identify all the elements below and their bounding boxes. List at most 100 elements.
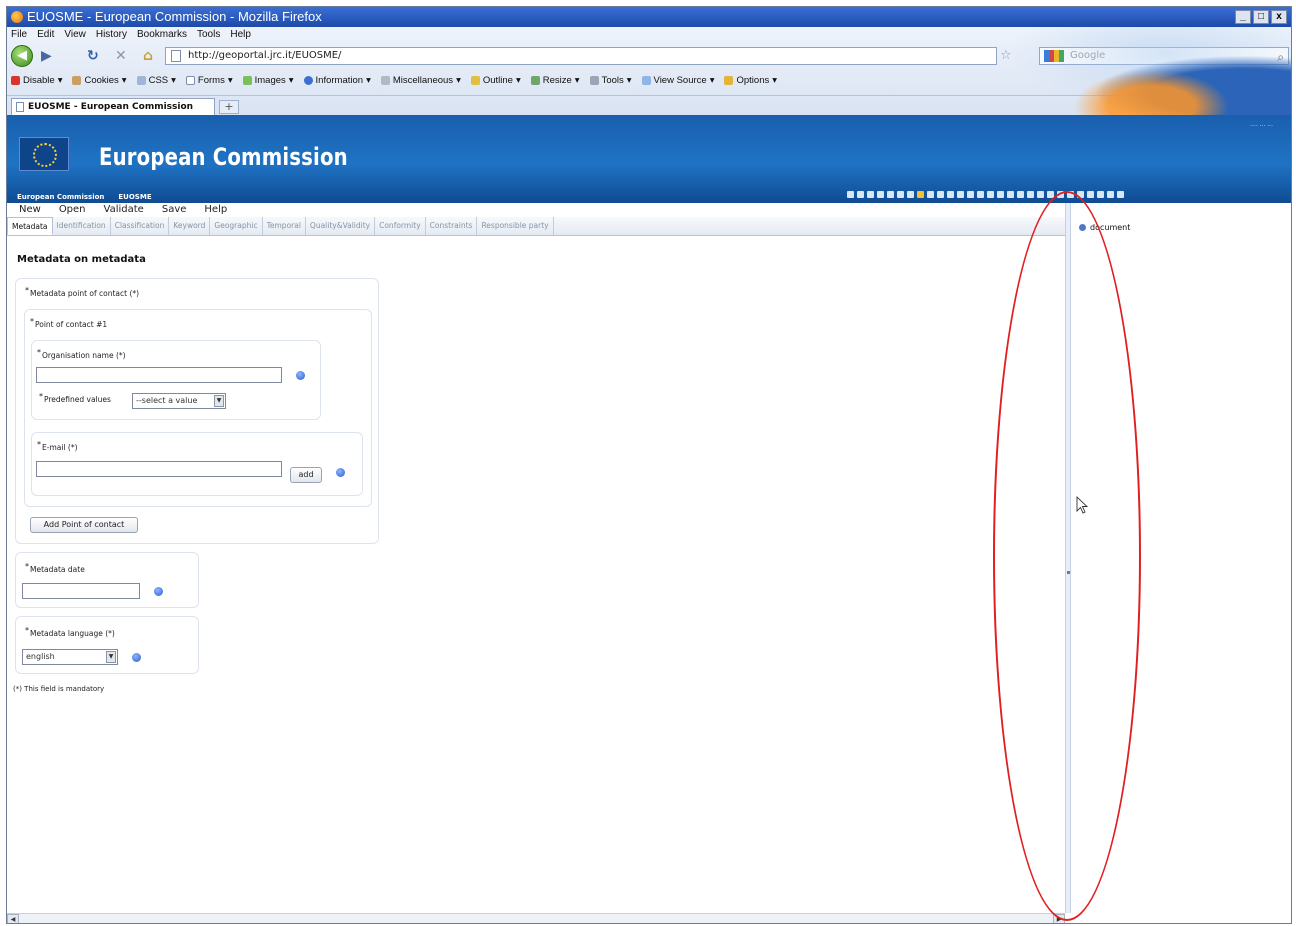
menu-tools[interactable]: Tools [197,29,220,40]
lang-item[interactable] [877,191,884,198]
dev-resize[interactable]: Resize ▾ [530,75,580,86]
bookmark-star-icon[interactable]: ☆ [1000,48,1012,63]
save-button[interactable]: Save [162,203,187,217]
validate-button[interactable]: Validate [104,203,144,217]
tab-conformity[interactable]: Conformity [375,217,426,235]
lang-item[interactable] [1107,191,1114,198]
metadata-language-select[interactable]: english ▼ [22,649,118,665]
tab-temporal[interactable]: Temporal [263,217,306,235]
lang-item[interactable] [1047,191,1054,198]
org-name-info-icon[interactable] [296,371,305,380]
new-button[interactable]: New [19,203,41,217]
scroll-left-icon[interactable]: ◀ [7,914,19,923]
menu-history[interactable]: History [96,29,127,40]
lang-item[interactable] [997,191,1004,198]
search-icon[interactable]: ⌕ [1277,49,1284,65]
breadcrumb-ec[interactable]: European Commission [17,193,104,201]
lang-item[interactable] [1117,191,1124,198]
stop-icon[interactable]: ✕ [115,48,127,64]
metadata-language-info-icon[interactable] [132,653,141,662]
add-poc-button[interactable]: Add Point of contact [30,517,138,533]
email-input[interactable] [36,461,282,477]
lang-item[interactable] [1087,191,1094,198]
lang-item[interactable] [897,191,904,198]
minimize-button[interactable]: _ [1235,10,1251,24]
lang-item[interactable] [1097,191,1104,198]
dev-cookies[interactable]: Cookies ▾ [72,75,127,86]
lang-item[interactable] [967,191,974,198]
dev-tools[interactable]: Tools ▾ [589,75,632,86]
url-bar[interactable]: http://geoportal.jrc.it/EUOSME/ [165,47,997,65]
chevron-down-icon[interactable]: ▼ [214,395,224,407]
dev-disable[interactable]: Disable ▾ [11,75,62,86]
new-tab-button[interactable]: + [219,100,239,114]
forward-button[interactable]: ▶ [41,48,52,64]
dev-view-source[interactable]: View Source ▾ [641,75,714,86]
tab-metadata[interactable]: Metadata [7,217,53,235]
chevron-down-icon[interactable]: ▼ [106,651,116,663]
lang-item[interactable] [847,191,854,198]
reload-icon[interactable]: ↻ [87,48,99,64]
browser-tab[interactable]: EUOSME - European Commission [11,98,215,116]
lang-item[interactable] [1077,191,1084,198]
menu-edit[interactable]: Edit [37,29,54,40]
splitter-handle[interactable] [1067,571,1070,574]
help-button[interactable]: Help [204,203,227,217]
home-icon[interactable]: ⌂ [143,48,153,64]
dev-information[interactable]: Information ▾ [303,75,371,86]
menu-file[interactable]: File [11,29,27,40]
check-icon[interactable] [1239,76,1249,86]
lang-item[interactable] [1007,191,1014,198]
tab-quality-validity[interactable]: Quality&Validity [306,217,376,235]
menu-bookmarks[interactable]: Bookmarks [137,29,187,40]
lang-item[interactable] [977,191,984,198]
tab-identification[interactable]: Identification [53,217,111,235]
lang-item[interactable] [1067,191,1074,198]
tab-classification[interactable]: Classification [111,217,170,235]
dev-miscellaneous[interactable]: Miscellaneous ▾ [380,75,461,86]
back-button[interactable]: ◀ [11,45,33,67]
maximize-button[interactable]: □ [1253,10,1269,24]
lang-item[interactable] [887,191,894,198]
email-info-icon[interactable] [336,468,345,477]
breadcrumb-euosme[interactable]: EUOSME [118,193,151,201]
search-input[interactable]: Google ⌕ [1039,47,1289,65]
dev-options[interactable]: Options ▾ [724,75,777,86]
tab-responsible-party[interactable]: Responsible party [477,217,554,235]
lang-item[interactable] [937,191,944,198]
lang-item[interactable] [987,191,994,198]
org-name-input[interactable] [36,367,282,383]
lang-item-selected[interactable] [917,191,924,198]
open-button[interactable]: Open [59,203,86,217]
tab-constraints[interactable]: Constraints [426,217,478,235]
lang-item[interactable] [857,191,864,198]
dev-css[interactable]: CSS ▾ [136,75,176,86]
settings-icon[interactable] [1271,76,1281,86]
dev-outline[interactable]: Outline ▾ [470,75,521,86]
menu-view[interactable]: View [64,29,86,40]
lang-item[interactable] [927,191,934,198]
lang-item[interactable] [957,191,964,198]
add-email-button[interactable]: add [290,467,322,483]
lang-item[interactable] [907,191,914,198]
lang-item[interactable] [1017,191,1024,198]
tab-geographic[interactable]: Geographic [210,217,263,235]
lang-item[interactable] [947,191,954,198]
lang-item[interactable] [1027,191,1034,198]
error-icon[interactable] [1255,76,1265,86]
lang-item[interactable] [1057,191,1064,198]
tree-root[interactable]: document [1079,223,1130,232]
metadata-date-input[interactable] [22,583,140,599]
close-button[interactable]: x [1271,10,1287,24]
lang-item[interactable] [867,191,874,198]
metadata-date-info-icon[interactable] [154,587,163,596]
horizontal-scrollbar[interactable]: ◀ ▶ [7,913,1065,923]
tree-expander-icon[interactable] [1079,224,1086,231]
dev-forms[interactable]: Forms ▾ [185,75,233,86]
scroll-right-icon[interactable]: ▶ [1053,914,1065,923]
menu-help[interactable]: Help [230,29,251,40]
tab-keyword[interactable]: Keyword [169,217,211,235]
dev-images[interactable]: Images ▾ [242,75,294,86]
lang-item[interactable] [1037,191,1044,198]
predefined-select[interactable]: --select a value ▼ [132,393,226,409]
